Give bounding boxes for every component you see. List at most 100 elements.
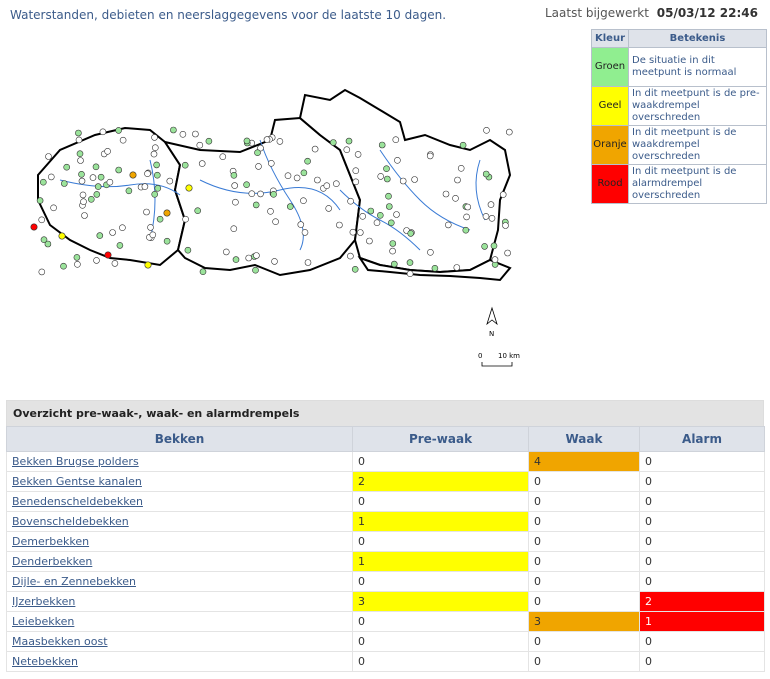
station-marker[interactable] [78,177,86,185]
station-marker[interactable] [255,163,262,170]
station-marker[interactable] [199,268,207,275]
station-marker[interactable] [63,163,70,171]
station-marker[interactable] [232,198,239,206]
station-marker[interactable] [270,191,277,198]
station-marker[interactable] [377,173,385,180]
station-marker[interactable] [329,139,337,146]
station-marker[interactable] [345,137,353,145]
station-marker[interactable] [393,211,400,218]
station-marker[interactable] [179,130,187,138]
station-marker[interactable] [454,176,461,184]
station-marker[interactable] [111,260,119,267]
basin-link[interactable]: Bovenscheldebekken [6,511,353,532]
station-marker[interactable] [119,224,126,231]
station-marker[interactable] [504,249,511,257]
station-marker[interactable] [297,221,305,228]
station-marker[interactable] [487,201,495,208]
station-marker[interactable] [96,232,104,239]
station-marker[interactable] [490,242,498,250]
station-marker[interactable] [253,252,260,259]
station-marker[interactable] [205,137,213,145]
station-marker-alert[interactable] [129,171,137,179]
station-marker[interactable] [78,171,85,178]
station-marker[interactable] [116,242,124,249]
station-marker[interactable] [267,160,275,167]
station-marker[interactable] [152,144,159,151]
station-marker[interactable] [79,191,87,199]
station-marker[interactable] [230,172,238,179]
station-marker[interactable] [196,141,204,149]
station-marker[interactable] [232,256,240,263]
station-marker[interactable] [75,129,82,137]
station-marker[interactable] [347,252,354,260]
station-marker[interactable] [349,228,357,236]
station-marker[interactable] [284,172,292,179]
basin-link[interactable]: Dijle- en Zennebekken [6,571,353,592]
station-marker[interactable] [47,173,55,181]
station-marker[interactable] [399,177,407,185]
station-marker[interactable] [248,190,256,197]
station-marker[interactable] [263,136,271,143]
station-marker[interactable] [272,218,279,225]
station-marker[interactable] [92,163,100,171]
station-marker[interactable] [351,266,359,273]
station-marker[interactable] [184,246,192,254]
station-marker[interactable] [323,182,331,189]
station-marker[interactable] [109,229,116,236]
flanders-map[interactable]: N 0 10 km [0,80,560,380]
station-marker[interactable] [243,137,251,145]
station-marker[interactable] [286,203,294,210]
col-header-waak[interactable]: Waak [528,426,640,452]
station-marker[interactable] [505,128,513,136]
station-marker[interactable] [271,258,278,265]
station-marker[interactable] [252,201,260,209]
station-marker-alert[interactable] [104,251,112,259]
station-marker[interactable] [462,226,470,234]
station-marker[interactable] [332,180,340,187]
station-marker[interactable] [115,127,122,134]
station-marker[interactable] [314,176,321,184]
station-marker[interactable] [60,262,67,270]
station-marker[interactable] [293,174,301,182]
station-marker[interactable] [149,231,157,239]
station-marker[interactable] [457,165,465,172]
station-marker[interactable] [97,173,105,181]
station-marker[interactable] [254,149,261,156]
station-marker[interactable] [488,215,496,222]
station-marker[interactable] [230,225,238,232]
station-marker[interactable] [407,230,415,237]
station-marker[interactable] [483,126,490,134]
station-marker[interactable] [80,198,87,205]
station-marker[interactable] [389,247,396,255]
station-marker[interactable] [385,203,393,210]
col-header-prewaak[interactable]: Pre-waak [352,426,529,452]
station-marker[interactable] [383,165,390,172]
station-marker[interactable] [219,153,227,160]
station-marker-alert[interactable] [58,232,66,240]
station-marker[interactable] [198,160,206,167]
station-marker[interactable] [463,213,470,221]
station-marker[interactable] [144,170,151,177]
basin-link[interactable]: Leiebekken [6,611,353,632]
station-marker[interactable] [77,157,84,164]
station-marker[interactable] [444,221,452,229]
station-marker[interactable] [81,212,88,219]
station-marker[interactable] [452,195,459,202]
basin-link[interactable]: Netebekken [6,651,353,672]
station-marker[interactable] [223,248,230,256]
station-marker[interactable] [36,197,44,204]
station-marker[interactable] [453,264,461,271]
station-marker[interactable] [366,237,373,245]
station-marker[interactable] [182,215,189,223]
station-marker[interactable] [156,215,164,223]
station-marker[interactable] [75,136,83,144]
station-marker[interactable] [245,254,252,262]
station-marker[interactable] [125,187,133,195]
station-marker[interactable] [181,161,189,169]
station-marker[interactable] [141,183,149,190]
col-header-alarm[interactable]: Alarm [639,426,765,452]
station-marker[interactable] [300,197,307,204]
station-marker[interactable] [231,182,238,189]
station-marker-alert[interactable] [163,209,171,217]
station-marker[interactable] [147,224,154,231]
